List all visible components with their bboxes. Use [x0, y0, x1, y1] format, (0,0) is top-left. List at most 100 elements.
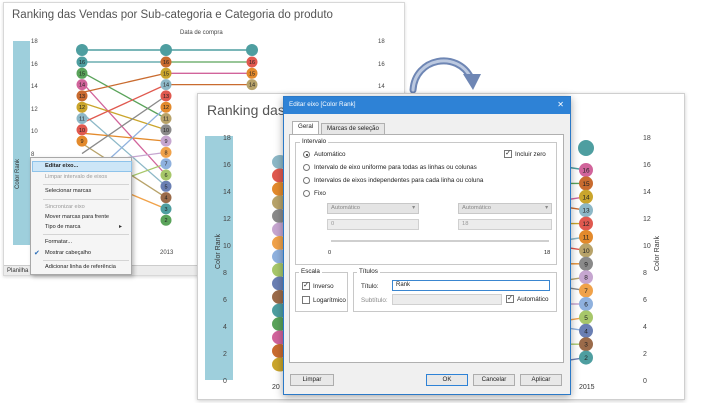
rank-marker-label: 2: [164, 218, 167, 224]
rank-marker[interactable]: [76, 44, 88, 56]
menu-item-mostrar-cabecalho[interactable]: Mostrar cabeçalho: [45, 250, 91, 256]
start-combo-value: Automático: [331, 205, 360, 211]
y-tick-label: 6: [223, 297, 227, 304]
menu-item-selecionar-marcas[interactable]: Selecionar marcas: [45, 188, 91, 194]
rank-marker-label: 12: [163, 105, 169, 111]
rank-marker-label: 5: [584, 315, 588, 322]
rank-marker-label: 6: [164, 173, 167, 179]
radio-uniforme[interactable]: [303, 164, 310, 171]
rank-marker-label: 10: [582, 248, 590, 255]
rank-marker-label: 10: [79, 128, 85, 134]
rank-marker-label: 12: [79, 105, 85, 111]
rank-marker-label: 13: [79, 94, 85, 100]
subtitulo-input[interactable]: [392, 294, 502, 305]
rank-marker-label: 9: [80, 139, 83, 145]
subtitulo-auto-checkbox[interactable]: ✓: [506, 295, 514, 303]
front-y-axis-label: Color Rank: [215, 233, 223, 270]
menu-item-mover-marcas[interactable]: Mover marcas para frente: [45, 214, 109, 220]
rank-marker-label: 12: [582, 221, 590, 228]
front-year-label: 2015: [579, 384, 595, 391]
rank-marker-label: 11: [583, 235, 590, 242]
sheet-tab-label[interactable]: Planilha: [7, 268, 28, 274]
y-tick-label: 14: [223, 189, 231, 196]
aplicar-button[interactable]: Aplicar: [520, 374, 562, 386]
end-value-field[interactable]: 18: [458, 219, 552, 230]
start-value-field[interactable]: 0: [327, 219, 419, 230]
inverso-checkbox[interactable]: ✓: [302, 282, 310, 290]
titulo-label: Título:: [361, 283, 379, 290]
rank-marker-label: 16: [79, 60, 85, 66]
menu-separator: [43, 234, 129, 235]
menu-item-limpar-intervalo[interactable]: Limpar intervalo de eixos: [45, 174, 107, 180]
submenu-arrow-icon: ▸: [119, 224, 123, 230]
titulos-title: Títulos: [357, 268, 380, 275]
rank-marker-label: 13: [163, 94, 169, 100]
rank-marker[interactable]: [578, 140, 594, 156]
rank-marker-label: 8: [584, 275, 588, 282]
titulo-input[interactable]: Rank: [392, 280, 550, 291]
include-zero-label: Incluir zero: [515, 151, 546, 158]
tab-geral[interactable]: Geral: [292, 121, 320, 135]
radio-fixo[interactable]: [303, 190, 310, 197]
rank-marker[interactable]: [160, 44, 172, 56]
tab-marcas-de-selecao[interactable]: Marcas de seleção: [321, 123, 385, 134]
menu-separator: [43, 184, 129, 185]
menu-item-linha-referencia[interactable]: Adicionar linha de referência: [45, 264, 116, 270]
series-line: [81, 132, 167, 142]
limpar-button[interactable]: Limpar: [290, 374, 334, 386]
transition-arrow-icon: [409, 57, 481, 94]
inverso-label: Inverso: [313, 283, 334, 290]
y-tick-label: 0: [223, 378, 227, 385]
menu-item-tipo-de-marca[interactable]: Tipo de marca: [45, 224, 81, 230]
menu-item-formatar[interactable]: Formatar...: [45, 239, 72, 245]
cancelar-button[interactable]: Cancelar: [473, 374, 515, 386]
y-tick-label: 16: [223, 162, 231, 169]
rank-marker-label: 11: [163, 117, 169, 123]
subtitulo-auto-label: Automático: [517, 296, 549, 303]
y-tick-label: 4: [223, 324, 227, 331]
rank-marker-label: 8: [164, 150, 167, 156]
include-zero-checkbox[interactable]: ✓: [504, 150, 512, 158]
series-line: [81, 102, 167, 131]
tab-panel: Intervalo Automático ✓ Incluir zero Inte…: [289, 134, 564, 363]
y-tick-label: 12: [643, 216, 651, 223]
rank-marker-label: 11: [79, 117, 85, 123]
slider-max-label: 18: [544, 250, 551, 256]
edit-axis-dialog: Editar eixo [Color Rank] ✕ Geral Marcas …: [283, 96, 571, 395]
start-combo[interactable]: Automático ▾: [327, 203, 419, 214]
front-y-axis-band[interactable]: Color Rank: [205, 136, 233, 380]
y-axis-band[interactable]: Color Rank: [13, 41, 30, 245]
logaritmico-checkbox[interactable]: [302, 296, 310, 304]
rank-marker-label: 2: [584, 355, 588, 362]
y-tick-label: 8: [223, 270, 227, 277]
rank-marker-label: 7: [584, 288, 588, 295]
y-axis-label: Color Rank: [15, 158, 22, 190]
rank-marker-label: 3: [584, 342, 588, 349]
rank-marker-label: 10: [163, 128, 169, 134]
chevron-down-icon: ▾: [412, 205, 415, 211]
rank-marker[interactable]: [246, 44, 258, 56]
ok-button[interactable]: OK: [426, 374, 468, 386]
y-tick-label: 18: [223, 135, 231, 142]
checkmark-icon: ✔: [34, 250, 40, 257]
radio-independentes[interactable]: [303, 177, 310, 184]
end-combo[interactable]: Automático ▾: [458, 203, 552, 214]
dialog-title-bar[interactable]: Editar eixo [Color Rank] ✕: [284, 97, 570, 114]
dialog-title: Editar eixo [Color Rank]: [289, 101, 356, 108]
radio-fixo-label: Fixo: [314, 190, 326, 197]
series-line: [81, 72, 167, 94]
titulos-group: [353, 272, 557, 312]
subtitulo-label: Subtítulo:: [361, 297, 388, 304]
range-slider-track[interactable]: [331, 240, 549, 242]
menu-item-editar-eixo[interactable]: Editar eixo...: [45, 163, 78, 169]
close-icon[interactable]: ✕: [557, 100, 564, 109]
y-tick-label: 14: [643, 189, 651, 196]
menu-item-sincronizar-eixo[interactable]: Sincronizar eixo: [45, 204, 85, 210]
rank-marker-label: 7: [164, 162, 167, 168]
back-sheet-title: Ranking das Vendas por Sub-categoria e C…: [12, 9, 333, 21]
rank-marker-label: 14: [582, 194, 590, 201]
radio-automatico[interactable]: [303, 151, 310, 158]
radio-independentes-label: Intervalos de eixos independentes para c…: [314, 177, 484, 184]
y-tick-label: 2: [223, 351, 227, 358]
rank-marker-label: 15: [249, 71, 255, 77]
